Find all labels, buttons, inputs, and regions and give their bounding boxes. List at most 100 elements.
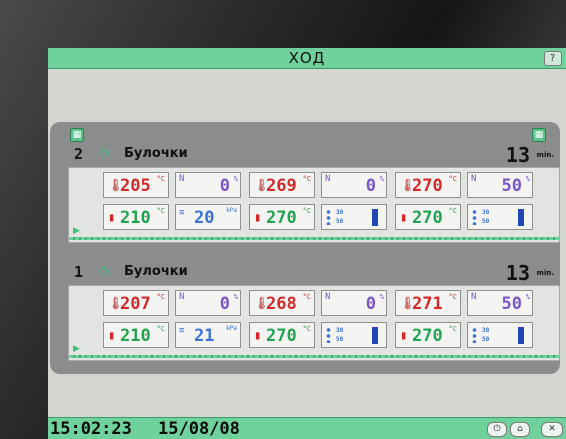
humidity-value: 0: [365, 294, 376, 314]
top-temp-cell[interactable]: 🌡 205 °C: [103, 172, 169, 198]
top-temp-cell[interactable]: 🌡 269 °C: [249, 172, 315, 198]
level-bar-icon: [518, 209, 524, 226]
clock-date: 15/08/08: [158, 419, 240, 439]
bottom-temp-cell[interactable]: ▮ 270 °C: [395, 322, 461, 348]
steam-cell[interactable]: 30 50: [467, 322, 533, 348]
unit-kpa: kPa: [226, 325, 237, 332]
thermometer-icon: ▮: [400, 210, 408, 224]
power-icon[interactable]: ⏻: [100, 264, 110, 279]
unit-percent: %: [525, 175, 530, 183]
steam-cell[interactable]: 30 50: [321, 204, 387, 230]
humidity-icon: N: [471, 292, 477, 302]
bottom-temp-value: 210: [120, 326, 151, 346]
oven-header: 1 ⏻ Булочки 13 min.: [70, 261, 558, 285]
bottom-temp-cell[interactable]: ▮ 210 °C: [103, 204, 169, 230]
unit-percent: %: [233, 175, 238, 183]
bottom-temp-value: 210: [120, 208, 151, 228]
bottom-temp-cell[interactable]: ▮ 270 °C: [249, 204, 315, 230]
unit-percent: %: [233, 293, 238, 301]
bottom-temp-cell[interactable]: ▮ 210 °C: [103, 322, 169, 348]
steam-cell[interactable]: 30 50: [467, 204, 533, 230]
close-button[interactable]: ✕: [541, 422, 563, 437]
bottom-temp-cell[interactable]: ▮ 270 °C: [249, 322, 315, 348]
page-title: ХОД: [288, 49, 326, 67]
top-temp-cell[interactable]: 🌡 207 °C: [103, 290, 169, 316]
humidity-cell[interactable]: N 0 %: [175, 290, 241, 316]
play-icon[interactable]: ▶: [73, 226, 80, 236]
power-icon[interactable]: ⏻: [100, 146, 110, 161]
clock-time: 15:02:23: [50, 419, 132, 439]
humidity-value: 50: [501, 176, 522, 196]
top-temp-value: 268: [266, 294, 297, 314]
humidity-cell[interactable]: N 0 %: [321, 172, 387, 198]
top-temp-cell[interactable]: 🌡 268 °C: [249, 290, 315, 316]
bottom-temp-value: 270: [412, 326, 443, 346]
thermometer-icon: ▮: [108, 328, 116, 342]
level-bar-icon: [518, 327, 524, 344]
steam-dots-icon: [472, 327, 477, 343]
unit-celsius: °C: [302, 207, 311, 215]
deck-3[interactable]: 🌡 271 °C N 50 % ▮ 270 °C 30 50: [395, 290, 539, 350]
top-temp-value: 271: [412, 294, 443, 314]
level-bar-icon: [372, 327, 378, 344]
humidity-value: 0: [219, 294, 230, 314]
steam-value: 30: [482, 209, 490, 216]
steam-dots-icon: [326, 327, 331, 343]
unit-celsius: °C: [156, 325, 165, 333]
oven-remaining-time: 13: [505, 143, 530, 167]
power-button[interactable]: ⏻: [487, 422, 507, 437]
steam-value: 30: [482, 327, 490, 334]
pressure-cell[interactable]: ≡ 21 kPa: [175, 322, 241, 348]
deck-1[interactable]: 🌡 205 °C N 0 % ▮ 210 °C ≡ 20 kPa: [103, 172, 247, 232]
oven-number: 2: [74, 145, 84, 163]
unit-percent: %: [379, 293, 384, 301]
unit-celsius: °C: [302, 293, 311, 301]
deck-3[interactable]: 🌡 270 °C N 50 % ▮ 270 °C 30 50: [395, 172, 539, 232]
deck-2[interactable]: 🌡 269 °C N 0 % ▮ 270 °C 30 50: [249, 172, 393, 232]
home-button[interactable]: ⌂: [510, 422, 530, 437]
humidity-cell[interactable]: N 50 %: [467, 172, 533, 198]
progress-track: [69, 355, 559, 358]
oven-header: 2 ⏻ Булочки 13 min.: [70, 143, 558, 167]
steam-value: 30: [336, 327, 344, 334]
oven-decks-strip: ▶ 🌡 207 °C N 0 % ▮ 210 °C ≡ 21 kPa 🌡 268…: [68, 285, 560, 361]
close-icon: ✕: [548, 424, 556, 434]
humidity-cell[interactable]: N 0 %: [175, 172, 241, 198]
humidity-cell[interactable]: N 0 %: [321, 290, 387, 316]
unit-celsius: °C: [448, 325, 457, 333]
steam-value: 50: [482, 336, 490, 343]
oven-program-name: Булочки: [124, 146, 188, 161]
bottom-temp-cell[interactable]: ▮ 270 °C: [395, 204, 461, 230]
oven-decks-strip: ▶ 🌡 205 °C N 0 % ▮ 210 °C ≡ 20 kPa 🌡 269…: [68, 167, 560, 243]
title-bar: ХОД ?: [48, 48, 566, 69]
top-temp-cell[interactable]: 🌡 271 °C: [395, 290, 461, 316]
deck-1[interactable]: 🌡 207 °C N 0 % ▮ 210 °C ≡ 21 kPa: [103, 290, 247, 350]
top-temp-cell[interactable]: 🌡 270 °C: [395, 172, 461, 198]
bottom-temp-value: 270: [412, 208, 443, 228]
unit-percent: %: [379, 175, 384, 183]
oven-program-name: Булочки: [124, 264, 188, 279]
home-icon: ⌂: [517, 424, 523, 434]
thermometer-icon: ▮: [400, 328, 408, 342]
humidity-icon: N: [325, 174, 331, 184]
pressure-cell[interactable]: ≡ 20 kPa: [175, 204, 241, 230]
steam-cell[interactable]: 30 50: [321, 322, 387, 348]
help-button[interactable]: ?: [544, 51, 562, 66]
humidity-value: 0: [365, 176, 376, 196]
unit-celsius: °C: [156, 293, 165, 301]
unit-celsius: °C: [302, 175, 311, 183]
oven-number: 1: [74, 263, 84, 281]
deck-2[interactable]: 🌡 268 °C N 0 % ▮ 270 °C 30 50: [249, 290, 393, 350]
bottom-temp-value: 270: [266, 208, 297, 228]
unit-celsius: °C: [448, 207, 457, 215]
time-unit: min.: [536, 269, 554, 277]
grid-icon[interactable]: ▦: [532, 128, 546, 142]
play-icon[interactable]: ▶: [73, 344, 80, 354]
power-icon: ⏻: [493, 424, 501, 434]
humidity-cell[interactable]: N 50 %: [467, 290, 533, 316]
grid-icon[interactable]: ▦: [70, 128, 84, 142]
pressure-value: 20: [194, 208, 215, 228]
steam-value: 50: [336, 336, 344, 343]
steam-value: 50: [482, 218, 490, 225]
top-temp-value: 269: [266, 176, 297, 196]
